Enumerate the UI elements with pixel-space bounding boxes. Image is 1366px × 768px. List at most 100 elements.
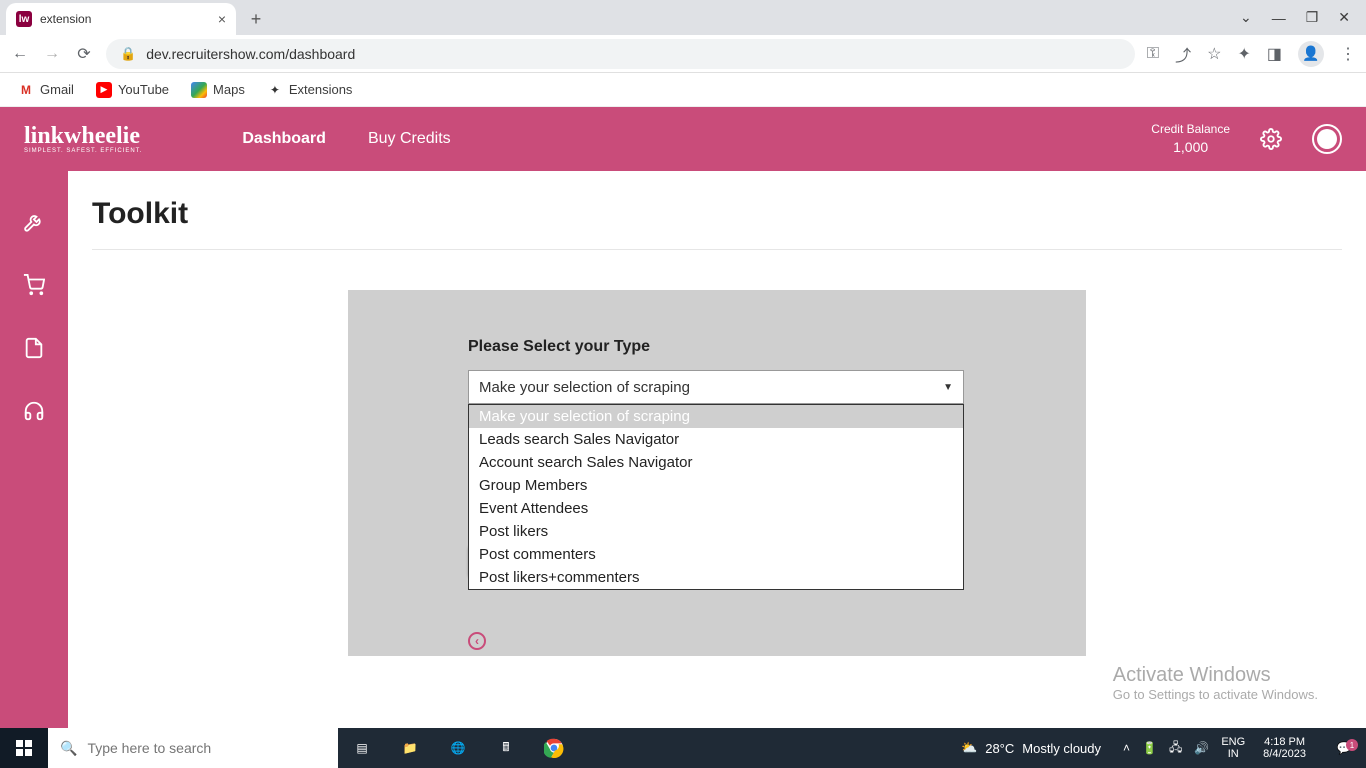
windows-logo-icon — [16, 740, 32, 756]
star-icon[interactable]: ☆ — [1207, 44, 1221, 64]
select-option[interactable]: Event Attendees — [469, 497, 963, 520]
maximize-icon[interactable]: ❐ — [1306, 9, 1319, 26]
tab-close-icon[interactable]: × — [218, 11, 226, 27]
calculator-icon[interactable]: 🖩 — [482, 728, 530, 768]
select-value: Make your selection of scraping — [479, 379, 690, 396]
menu-icon[interactable]: ⋮ — [1340, 44, 1356, 64]
app-root: linkwheelie SIMPLEST. SAFEST. EFFICIENT.… — [0, 107, 1366, 728]
new-tab-button[interactable]: + — [242, 5, 270, 33]
credit-value: 1,000 — [1151, 138, 1230, 156]
battery-icon[interactable]: 🔋 — [1142, 741, 1157, 755]
bookmark-label: Gmail — [40, 82, 74, 97]
key-icon[interactable]: ⚿ — [1147, 45, 1159, 63]
maps-icon — [191, 82, 207, 98]
sidebar — [0, 171, 68, 728]
back-button[interactable]: ‹ — [468, 632, 486, 650]
nav-buy-credits[interactable]: Buy Credits — [368, 130, 451, 148]
select-option[interactable]: Post likers — [469, 520, 963, 543]
select-option[interactable]: Group Members — [469, 474, 963, 497]
puzzle-icon: ✦ — [267, 82, 283, 98]
watermark-sub: Go to Settings to activate Windows. — [1113, 687, 1318, 702]
content-area: Toolkit Please Select your Type Make you… — [68, 171, 1366, 728]
sidebar-item-toolkit[interactable] — [23, 211, 45, 238]
activate-windows-watermark: Activate Windows Go to Settings to activ… — [1113, 664, 1318, 702]
nav-dashboard[interactable]: Dashboard — [242, 130, 326, 148]
sidepanel-icon[interactable]: ◨ — [1267, 44, 1282, 64]
select-option[interactable]: Account search Sales Navigator — [469, 451, 963, 474]
select-display[interactable]: Make your selection of scraping ▼ — [468, 370, 964, 404]
select-option[interactable]: Make your selection of scraping — [469, 405, 963, 428]
logo-subtitle: SIMPLEST. SAFEST. EFFICIENT. — [24, 148, 142, 154]
nav-links: Dashboard Buy Credits — [242, 130, 450, 148]
toolkit-card: Please Select your Type Make your select… — [348, 290, 1086, 656]
browser-tab-strip: lw extension × + ⌄ ― ❐ ✕ — [0, 0, 1366, 35]
notification-badge: 1 — [1346, 739, 1358, 751]
bookmark-youtube[interactable]: ▶ YouTube — [96, 82, 169, 98]
bookmarks-bar: M Gmail ▶ YouTube Maps ✦ Extensions — [0, 73, 1366, 107]
taskbar-apps: ▤ 📁 🌐 🖩 — [338, 728, 578, 768]
close-window-icon[interactable]: ✕ — [1338, 9, 1350, 26]
lang-line1: ENG — [1221, 736, 1245, 748]
taskbar-search-input[interactable] — [87, 740, 326, 756]
profile-avatar-icon[interactable]: 👤 — [1298, 41, 1324, 67]
toolbar-right: ⚿ ⤴ ☆ ✦ ◨ 👤 ⋮ — [1147, 41, 1356, 67]
browser-tab[interactable]: lw extension × — [6, 3, 236, 35]
clock-date: 8/4/2023 — [1263, 748, 1306, 760]
bookmark-label: Extensions — [289, 82, 353, 97]
task-view-icon[interactable]: ▤ — [338, 728, 386, 768]
select-option[interactable]: Post likers+commenters — [469, 566, 963, 589]
bookmark-label: YouTube — [118, 82, 169, 97]
system-tray: ˄ 🔋 🖧 🔊 ENG IN 4:18 PM 8/4/2023 — [1113, 736, 1322, 760]
logo-text: linkwheelie — [24, 123, 140, 149]
app-header: linkwheelie SIMPLEST. SAFEST. EFFICIENT.… — [0, 107, 1366, 171]
type-select[interactable]: Make your selection of scraping ▼ Make y… — [468, 370, 964, 404]
tab-title: extension — [40, 12, 210, 26]
select-dropdown: Make your selection of scrapingLeads sea… — [468, 404, 964, 590]
clock[interactable]: 4:18 PM 8/4/2023 — [1257, 736, 1312, 760]
file-explorer-icon[interactable]: 📁 — [386, 728, 434, 768]
sidebar-item-files[interactable] — [23, 337, 45, 364]
header-right: Credit Balance 1,000 — [1151, 122, 1342, 156]
chrome-icon[interactable] — [530, 728, 578, 768]
taskbar-search[interactable]: 🔍 — [48, 728, 338, 768]
back-icon[interactable]: ← — [10, 45, 30, 63]
page-title: Toolkit — [92, 197, 1342, 231]
credit-balance: Credit Balance 1,000 — [1151, 122, 1230, 156]
bookmark-gmail[interactable]: M Gmail — [18, 82, 74, 98]
bookmark-maps[interactable]: Maps — [191, 82, 245, 98]
tray-chevron-icon[interactable]: ˄ — [1123, 741, 1130, 755]
chevron-down-icon: ▼ — [943, 382, 953, 393]
edge-icon[interactable]: 🌐 — [434, 728, 482, 768]
tab-favicon: lw — [16, 11, 32, 27]
action-center-icon[interactable]: 💬 1 — [1322, 741, 1366, 755]
weather-desc: Mostly cloudy — [1022, 741, 1101, 756]
url-input[interactable]: 🔒 dev.recruitershow.com/dashboard — [106, 39, 1135, 69]
select-option[interactable]: Post commenters — [469, 543, 963, 566]
minimize-icon[interactable]: ― — [1272, 10, 1286, 26]
bookmark-extensions[interactable]: ✦ Extensions — [267, 82, 353, 98]
window-controls: ⌄ ― ❐ ✕ — [1224, 0, 1366, 35]
reload-icon[interactable]: ⟳ — [74, 44, 94, 64]
divider — [92, 249, 1342, 250]
start-button[interactable] — [0, 728, 48, 768]
bookmark-label: Maps — [213, 82, 245, 97]
logo[interactable]: linkwheelie SIMPLEST. SAFEST. EFFICIENT. — [24, 124, 142, 154]
extensions-icon[interactable]: ✦ — [1237, 44, 1250, 64]
language-indicator[interactable]: ENG IN — [1221, 736, 1245, 760]
url-text: dev.recruitershow.com/dashboard — [146, 46, 355, 62]
user-avatar[interactable] — [1312, 124, 1342, 154]
network-icon[interactable]: 🖧 — [1169, 738, 1182, 759]
select-label: Please Select your Type — [468, 338, 966, 356]
volume-icon[interactable]: 🔊 — [1194, 741, 1209, 755]
gmail-icon: M — [18, 82, 34, 98]
settings-gear-icon[interactable] — [1260, 128, 1282, 150]
select-option[interactable]: Leads search Sales Navigator — [469, 428, 963, 451]
weather-widget[interactable]: ⛅ 28°C Mostly cloudy — [949, 740, 1113, 756]
forward-icon[interactable]: → — [42, 45, 62, 63]
weather-temp: 28°C — [985, 741, 1014, 756]
credit-label: Credit Balance — [1151, 122, 1230, 138]
chevron-down-icon[interactable]: ⌄ — [1240, 9, 1252, 26]
share-icon[interactable]: ⤴ — [1175, 42, 1191, 66]
sidebar-item-support[interactable] — [23, 400, 45, 427]
sidebar-item-cart[interactable] — [23, 274, 45, 301]
